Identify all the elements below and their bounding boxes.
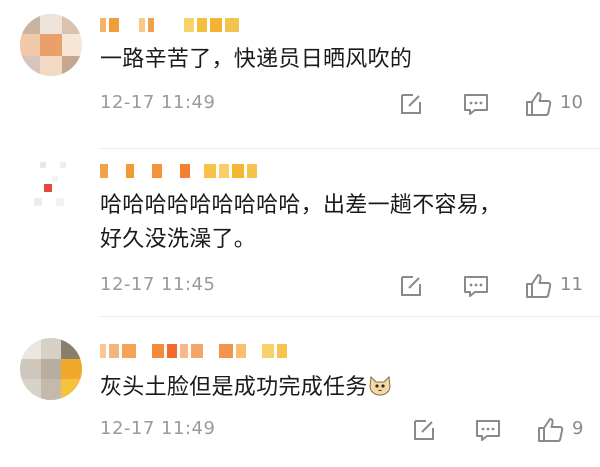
reply-button[interactable] <box>474 416 502 444</box>
thumbs-up-icon <box>526 92 552 116</box>
share-button[interactable] <box>397 272 425 300</box>
comment-item: 一路辛苦了，快递员日晒风吹的 12-17 11:49 10 <box>0 0 600 150</box>
like-button[interactable] <box>524 272 552 300</box>
comment-text: 灰头土脸但是成功完成任务 <box>100 372 585 404</box>
timestamp: 12-17 11:45 <box>100 274 216 295</box>
edit-share-icon <box>401 94 421 114</box>
comment-meta: 12-17 11:49 10 <box>100 90 600 118</box>
divider <box>100 148 600 149</box>
avatar[interactable] <box>20 154 82 216</box>
comment-item: 哈哈哈哈哈哈哈哈哈，出差一趟不容易， 好久没洗澡了。 12-17 11:45 1… <box>0 150 600 318</box>
avatar[interactable] <box>20 14 82 76</box>
comment-text: 一路辛苦了，快递员日晒风吹的 <box>100 47 413 72</box>
comment-bubble-icon <box>476 420 500 441</box>
thumbs-up-icon <box>526 274 552 298</box>
comment-text-line: 哈哈哈哈哈哈哈哈哈，出差一趟不容易， <box>100 193 502 218</box>
cat-face-emoji <box>368 373 392 397</box>
avatar[interactable] <box>20 338 82 400</box>
share-button[interactable] <box>397 90 425 118</box>
edit-share-icon <box>414 420 434 440</box>
edit-share-icon <box>401 276 421 296</box>
comment-text-content: 灰头土脸但是成功完成任务 <box>100 375 368 400</box>
like-button[interactable] <box>536 416 564 444</box>
comment-text: 哈哈哈哈哈哈哈哈哈，出差一趟不容易， 好久没洗澡了。 <box>100 190 585 256</box>
timestamp: 12-17 11:49 <box>100 418 216 439</box>
reply-button[interactable] <box>462 272 490 300</box>
comment-item: 灰头土脸但是成功完成任务 12-17 11:49 9 <box>0 318 600 467</box>
like-button[interactable] <box>524 90 552 118</box>
comment-bubble-icon <box>464 276 488 297</box>
comment-text-line: 好久没洗澡了。 <box>100 227 257 252</box>
reply-button[interactable] <box>462 90 490 118</box>
comment-meta: 12-17 11:45 11 <box>100 272 600 300</box>
username[interactable] <box>100 342 287 360</box>
comment-meta: 12-17 11:49 9 <box>100 416 600 444</box>
like-count: 10 <box>560 92 583 113</box>
share-button[interactable] <box>410 416 438 444</box>
comment-bubble-icon <box>464 94 488 115</box>
like-count: 9 <box>572 418 584 439</box>
thumbs-up-icon <box>538 418 564 442</box>
like-count: 11 <box>560 274 583 295</box>
divider <box>100 316 600 317</box>
username[interactable] <box>100 162 257 180</box>
timestamp: 12-17 11:49 <box>100 92 216 113</box>
username[interactable] <box>100 16 239 34</box>
